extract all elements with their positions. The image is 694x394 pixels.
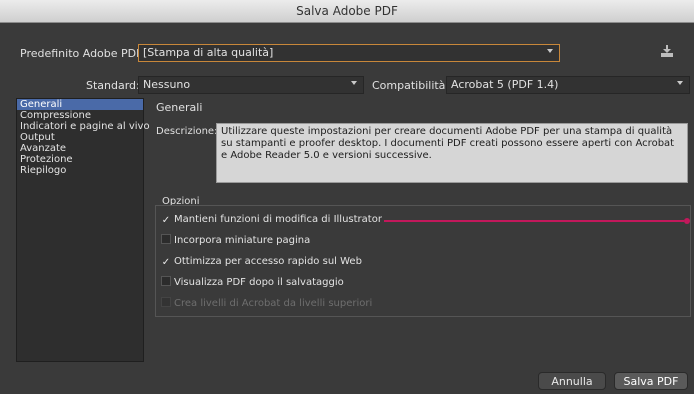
compatibility-dropdown[interactable]: Acrobat 5 (PDF 1.4) [446,76,690,94]
window-title: Salva Adobe PDF [296,4,398,18]
description-label: Descrizione: [156,126,218,137]
compatibility-label: Compatibilità: [372,79,450,92]
option-embed-thumbnails[interactable]: Incorpora miniature pagina [161,234,310,248]
description-text: Utilizzare queste impostazioni per crear… [216,123,688,183]
save-pdf-button[interactable]: Salva PDF [614,372,688,390]
save-preset-icon[interactable] [660,44,674,58]
preset-label: Predefinito Adobe PDF: [20,47,146,60]
sidebar-item-riepilogo[interactable]: Riepilogo [17,165,143,176]
option-fast-web-view[interactable]: ✓ Ottimizza per accesso rapido sul Web [161,255,362,269]
sidebar-item-generali[interactable]: Generali [17,99,143,110]
standard-dropdown[interactable]: Nessuno [138,76,364,94]
annotation-dot [684,218,690,224]
option-create-acrobat-layers: Crea livelli di Acrobat da livelli super… [161,297,372,311]
window-titlebar: Salva Adobe PDF [0,0,694,23]
checkmark-icon[interactable]: ✓ [161,258,171,268]
option-label: Crea livelli di Acrobat da livelli super… [174,298,373,309]
checkbox-empty-icon [161,297,171,307]
standard-label: Standard: [86,79,140,92]
preset-value: [Stampa di alta qualità] [143,46,274,59]
checkbox-empty-icon[interactable] [161,276,171,286]
sidebar-item-avanzate[interactable]: Avanzate [17,143,143,154]
option-view-pdf-after-save[interactable]: Visualizza PDF dopo il salvataggio [161,276,344,290]
sidebar: Generali Compressione Indicatori e pagin… [16,98,150,362]
option-label: Incorpora miniature pagina [174,235,311,246]
cancel-button[interactable]: Annulla [538,372,606,390]
preset-dropdown[interactable]: [Stampa di alta qualità] [138,44,560,62]
annotation-line [384,220,684,222]
panel-title: Generali [156,101,203,114]
option-label: Visualizza PDF dopo il salvataggio [174,277,344,288]
chevron-down-icon [547,49,553,53]
checkmark-icon[interactable]: ✓ [161,216,171,226]
option-keep-illustrator-editing[interactable]: ✓ Mantieni funzioni di modifica di Illust… [161,213,382,227]
checkbox-empty-icon[interactable] [161,234,171,244]
chevron-down-icon [351,81,357,85]
option-label: Ottimizza per accesso rapido sul Web [174,256,362,267]
chevron-down-icon [677,81,683,85]
sidebar-item-output[interactable]: Output [17,132,143,143]
sidebar-item-indicatori[interactable]: Indicatori e pagine al vivo [17,121,150,132]
option-label: Mantieni funzioni di modifica di Illustr… [174,214,382,225]
standard-value: Nessuno [143,78,191,91]
compatibility-value: Acrobat 5 (PDF 1.4) [451,78,559,91]
sidebar-item-protezione[interactable]: Protezione [17,154,143,165]
sidebar-item-compressione[interactable]: Compressione [17,110,143,121]
